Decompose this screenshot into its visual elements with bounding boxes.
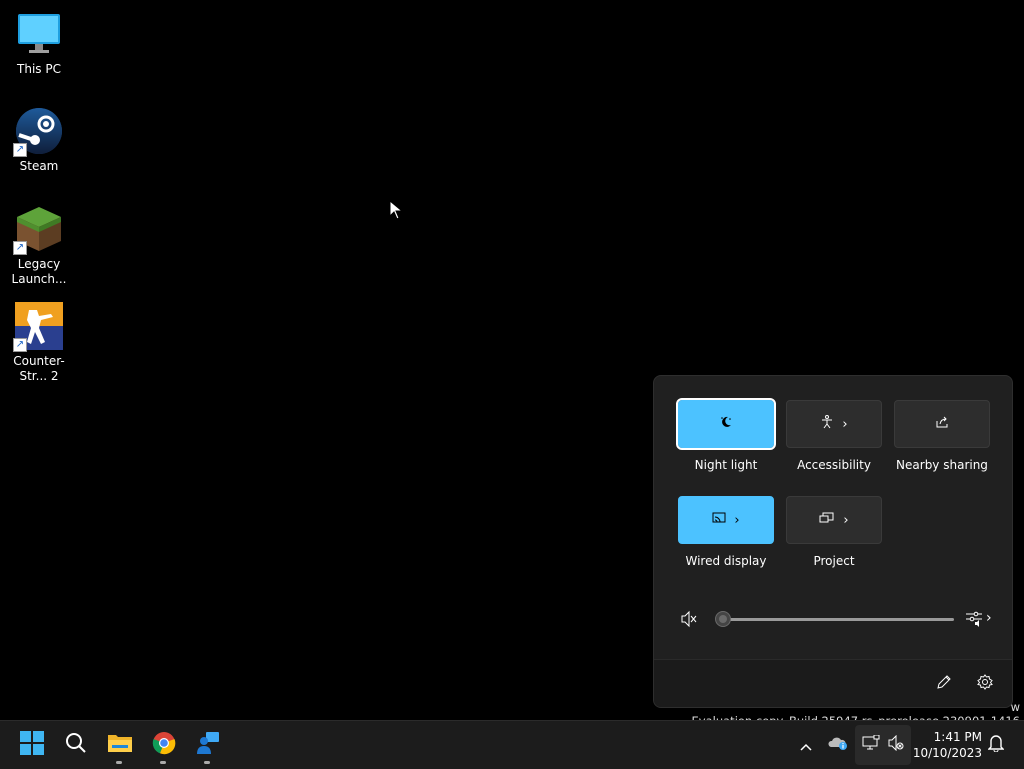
steam-icon: ↗ xyxy=(13,107,63,157)
desktop-icon-counter-strike[interactable]: ↗ Counter-Str... 2 xyxy=(2,302,76,384)
feedback-hub-button[interactable] xyxy=(188,725,228,765)
shortcut-arrow-icon: ↗ xyxy=(13,338,27,352)
file-explorer-button[interactable] xyxy=(100,725,140,765)
desktop-icon-label: Counter-Str... 2 xyxy=(13,354,65,383)
chevron-right-icon: › xyxy=(842,416,848,432)
chevron-right-icon: › xyxy=(734,512,740,528)
cloud-info-icon xyxy=(828,735,848,755)
cast-icon xyxy=(712,512,726,528)
night-light-icon xyxy=(719,415,733,433)
desktop-icon-legacy-launcher[interactable]: ↗ Legacy Launch... xyxy=(2,205,76,287)
desktop-icon-label: Legacy Launch... xyxy=(11,257,67,286)
audio-output-icon[interactable] xyxy=(965,610,983,632)
clock-time: 1:41 PM xyxy=(933,730,982,744)
onedrive-tray-button[interactable] xyxy=(825,721,851,769)
bell-icon xyxy=(987,734,1005,756)
start-button[interactable] xyxy=(12,725,52,765)
chevron-up-icon xyxy=(800,736,812,755)
desktop-icon-steam[interactable]: ↗ Steam xyxy=(2,107,76,174)
wired-display-label: Wired display xyxy=(685,554,767,568)
volume-row: › xyxy=(654,606,1012,636)
search-icon xyxy=(65,732,87,758)
grass-block-icon: ↗ xyxy=(13,205,63,255)
notifications-button[interactable] xyxy=(984,721,1008,769)
network-icon xyxy=(862,734,880,755)
mouse-cursor-icon xyxy=(389,199,404,224)
volume-slider-track[interactable] xyxy=(722,618,954,621)
settings-gear-icon[interactable] xyxy=(977,674,993,694)
project-label: Project xyxy=(813,554,855,568)
chrome-button[interactable] xyxy=(144,725,184,765)
monitor-icon xyxy=(15,10,63,58)
running-indicator xyxy=(116,761,122,764)
taskbar: 1:41 PM 10/10/2023 xyxy=(0,720,1024,769)
accessibility-icon xyxy=(820,415,834,433)
search-button[interactable] xyxy=(56,725,96,765)
desktop-icon-label: This PC xyxy=(17,62,61,76)
accessibility-label: Accessibility xyxy=(797,458,871,472)
edit-pencil-icon[interactable] xyxy=(936,674,952,694)
shortcut-arrow-icon: ↗ xyxy=(13,241,27,255)
volume-slider-thumb[interactable] xyxy=(715,611,731,627)
clock[interactable]: 1:41 PM 10/10/2023 xyxy=(913,729,982,761)
desktop-icon-this-pc[interactable]: This PC xyxy=(2,10,76,77)
volume-muted-icon xyxy=(888,734,904,755)
folder-icon xyxy=(107,732,133,758)
clock-date: 10/10/2023 xyxy=(912,746,982,760)
project-button[interactable]: › xyxy=(786,496,882,544)
chevron-right-icon[interactable]: › xyxy=(986,610,992,626)
show-hidden-icons-button[interactable] xyxy=(794,721,818,769)
quick-settings-panel: Night light › Accessibility Nearby shari… xyxy=(653,375,1013,708)
feedback-hub-icon xyxy=(196,731,220,759)
quick-settings-footer xyxy=(654,659,1012,707)
share-icon xyxy=(935,415,949,433)
wired-display-button[interactable]: › xyxy=(678,496,774,544)
running-indicator xyxy=(160,761,166,764)
chevron-right-icon: › xyxy=(843,512,849,528)
windows-logo-icon xyxy=(20,731,44,759)
desktop-icon-label: Steam xyxy=(19,159,59,173)
night-light-label: Night light xyxy=(694,458,758,472)
network-volume-tray-button[interactable] xyxy=(855,725,911,765)
counter-strike-icon: ↗ xyxy=(13,302,63,352)
accessibility-button[interactable]: › xyxy=(786,400,882,448)
nearby-sharing-toggle[interactable] xyxy=(894,400,990,448)
speaker-muted-icon[interactable] xyxy=(680,610,698,632)
chrome-icon xyxy=(152,731,176,759)
project-icon xyxy=(819,512,835,528)
running-indicator xyxy=(204,761,210,764)
shortcut-arrow-icon: ↗ xyxy=(13,143,27,157)
night-light-toggle[interactable] xyxy=(676,398,776,450)
nearby-sharing-label: Nearby sharing xyxy=(896,458,988,472)
